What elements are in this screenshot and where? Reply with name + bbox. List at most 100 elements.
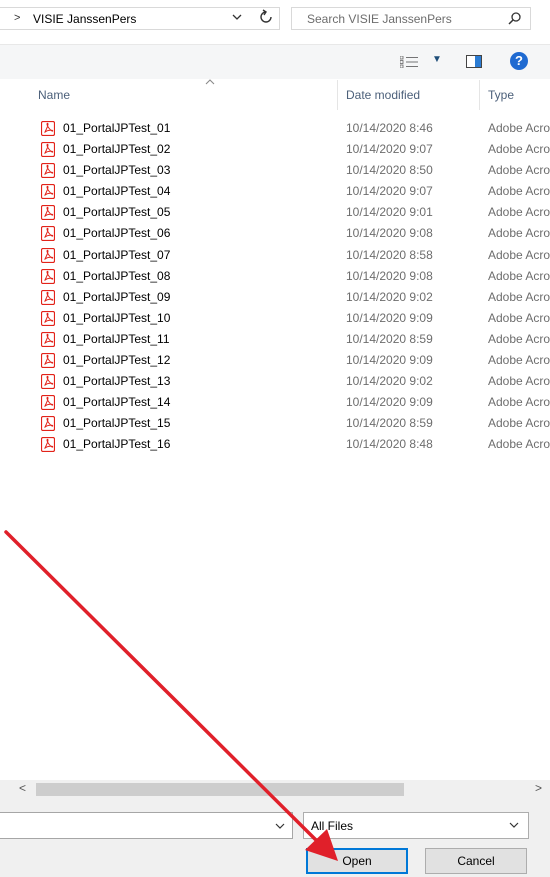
horizontal-scrollbar[interactable]: < > (0, 780, 550, 798)
file-row[interactable]: 01_PortalJPTest_06 10/14/2020 9:08 Adobe A… (0, 223, 550, 244)
view-dropdown-icon[interactable]: ▼ (432, 54, 442, 65)
file-row[interactable]: 01_PortalJPTest_13 10/14/2020 9:02 Adobe A… (0, 371, 550, 392)
file-type: Adobe Acrobat Document (488, 142, 550, 157)
file-date-modified: 10/14/2020 8:59 (346, 416, 433, 431)
file-name[interactable]: 01_PortalJPTest_04 (63, 184, 170, 198)
file-type: Adobe Acrobat Document (488, 184, 550, 199)
file-name[interactable]: 01_PortalJPTest_07 (63, 248, 170, 262)
chevron-down-icon[interactable] (274, 820, 286, 835)
open-button[interactable]: Open (306, 848, 408, 874)
file-row[interactable]: 01_PortalJPTest_08 10/14/2020 9:08 Adobe A… (0, 266, 550, 287)
pdf-file-icon (40, 163, 56, 181)
navigation-bar: > VISIE JanssenPers Search VISIE Janssen… (0, 0, 550, 38)
file-date-modified: 10/14/2020 9:07 (346, 142, 433, 157)
file-date-modified: 10/14/2020 8:46 (346, 121, 433, 135)
file-date-modified: 10/14/2020 9:02 (346, 374, 433, 389)
file-row[interactable]: 01_PortalJPTest_05 10/14/2020 9:01 Adobe A… (0, 202, 550, 223)
file-type: Adobe Acrobat Document (488, 163, 550, 178)
file-date-modified: 10/14/2020 9:01 (346, 205, 433, 220)
file-date-modified: 10/14/2020 8:48 (346, 437, 433, 452)
pdf-file-icon (40, 331, 56, 350)
pdf-file-icon (40, 141, 56, 160)
file-name[interactable]: 01_PortalJPTest_14 (63, 395, 170, 409)
cancel-button[interactable]: Cancel (425, 848, 527, 874)
pdf-file-icon (40, 247, 56, 266)
scroll-left-icon[interactable]: < (19, 781, 26, 795)
file-row[interactable]: 01_PortalJPTest_04 10/14/2020 9:07 Adobe A… (0, 181, 550, 202)
file-date-modified: 10/14/2020 9:07 (346, 184, 433, 199)
dialog-footer: All Files Open Cancel (0, 798, 550, 877)
file-type-select[interactable]: All Files (303, 812, 529, 839)
file-row[interactable]: 01_PortalJPTest_09 10/14/2020 9:02 Adobe A… (0, 287, 550, 308)
file-type: Adobe Acrobat Document (488, 416, 550, 431)
file-row[interactable]: 01_PortalJPTest_15 10/14/2020 8:59 Adobe A… (0, 413, 550, 434)
file-name[interactable]: 01_PortalJPTest_01 (63, 121, 170, 135)
view-options-icon[interactable] (399, 55, 418, 71)
file-list: 01_PortalJPTest_01 10/14/2020 8:46 Adobe A… (0, 118, 550, 456)
file-type: Adobe Acrobat Document (488, 437, 550, 452)
file-row[interactable]: 01_PortalJPTest_12 10/14/2020 9:09 Adobe A… (0, 350, 550, 371)
column-header-row: Name Date modified Type (0, 78, 550, 110)
scroll-right-icon[interactable]: > (535, 781, 542, 795)
help-icon[interactable]: ? (510, 52, 528, 70)
file-date-modified: 10/14/2020 9:09 (346, 353, 433, 368)
file-type-value[interactable]: All Files (311, 819, 353, 833)
file-date-modified: 10/14/2020 8:58 (346, 247, 433, 262)
pdf-file-icon (40, 395, 56, 413)
file-name[interactable]: 01_PortalJPTest_05 (63, 205, 170, 219)
search-icon[interactable] (507, 11, 522, 29)
search-placeholder[interactable]: Search VISIE JanssenPers (307, 12, 452, 26)
scrollbar-thumb[interactable] (36, 783, 404, 796)
file-row[interactable]: 01_PortalJPTest_10 10/14/2020 9:09 Adobe A… (0, 308, 550, 329)
search-box[interactable]: Search VISIE JanssenPers (291, 7, 531, 30)
file-row[interactable]: 01_PortalJPTest_01 10/14/2020 8:46 Adobe A… (0, 118, 550, 139)
column-header-type[interactable]: Type (488, 88, 514, 102)
file-row[interactable]: 01_PortalJPTest_07 10/14/2020 8:58 Adobe A… (0, 245, 550, 266)
file-name[interactable]: 01_PortalJPTest_03 (63, 163, 170, 177)
column-header-name[interactable]: Name (38, 88, 70, 102)
file-type: Adobe Acrobat Document (488, 395, 550, 410)
file-name[interactable]: 01_PortalJPTest_08 (63, 269, 170, 283)
file-name[interactable]: 01_PortalJPTest_02 (63, 142, 170, 156)
file-name[interactable]: 01_PortalJPTest_06 (63, 226, 170, 240)
file-row[interactable]: 01_PortalJPTest_03 10/14/2020 8:50 Adobe A… (0, 160, 550, 181)
preview-pane-icon[interactable] (466, 55, 482, 71)
file-type: Adobe Acrobat Document (488, 331, 550, 346)
sort-ascending-icon (204, 78, 216, 89)
pdf-file-icon (40, 184, 56, 202)
address-bar[interactable]: > VISIE JanssenPers (0, 7, 280, 30)
pdf-file-icon (40, 352, 56, 371)
pdf-file-icon (40, 416, 56, 434)
column-divider[interactable] (337, 80, 338, 110)
chevron-down-icon[interactable] (508, 819, 520, 834)
file-name[interactable]: 01_PortalJPTest_12 (63, 353, 170, 367)
file-type: Adobe Acrobat Document (488, 353, 550, 368)
toolbar: ▼ ? (0, 44, 550, 79)
file-name[interactable]: 01_PortalJPTest_09 (63, 290, 170, 304)
file-row[interactable]: 01_PortalJPTest_11 10/14/2020 8:59 Adobe A… (0, 329, 550, 350)
breadcrumb-folder[interactable]: VISIE JanssenPers (33, 12, 136, 26)
breadcrumb-chevron-icon[interactable]: > (14, 12, 20, 24)
file-name[interactable]: 01_PortalJPTest_15 (63, 416, 170, 430)
file-type: Adobe Acrobat Document (488, 247, 550, 262)
file-type: Adobe Acrobat Document (488, 205, 550, 220)
file-type: Adobe Acrobat Document (488, 226, 550, 241)
file-name[interactable]: 01_PortalJPTest_11 (63, 332, 170, 346)
file-name[interactable]: 01_PortalJPTest_13 (63, 374, 170, 388)
file-type: Adobe Acrobat Document (488, 121, 550, 135)
pdf-file-icon (40, 437, 56, 455)
column-divider[interactable] (479, 80, 480, 110)
file-date-modified: 10/14/2020 9:02 (346, 289, 433, 304)
pdf-file-icon (40, 374, 56, 392)
file-row[interactable]: 01_PortalJPTest_14 10/14/2020 9:09 Adobe A… (0, 392, 550, 413)
file-name[interactable]: 01_PortalJPTest_16 (63, 437, 170, 451)
pdf-file-icon (40, 120, 56, 139)
file-row[interactable]: 01_PortalJPTest_16 10/14/2020 8:48 Adobe A… (0, 434, 550, 455)
chevron-down-icon[interactable] (231, 11, 243, 26)
file-name[interactable]: 01_PortalJPTest_10 (63, 311, 170, 325)
file-date-modified: 10/14/2020 9:08 (346, 268, 433, 283)
file-row[interactable]: 01_PortalJPTest_02 10/14/2020 9:07 Adobe A… (0, 139, 550, 160)
refresh-icon[interactable] (259, 9, 273, 29)
file-name-input[interactable] (0, 812, 293, 839)
column-header-date-modified[interactable]: Date modified (346, 88, 420, 102)
